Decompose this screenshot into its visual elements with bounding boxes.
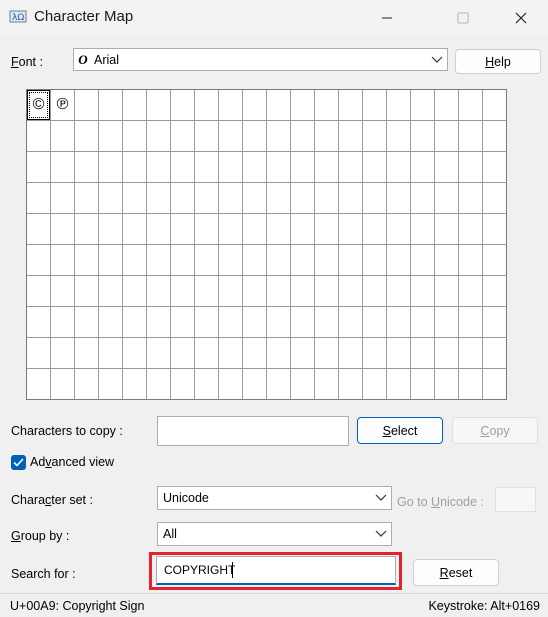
search-for-label: Search for :	[11, 567, 76, 581]
group-by-value: All	[163, 527, 177, 541]
font-selected-value: Arial	[94, 52, 120, 67]
character-set-label: Character set :	[11, 493, 93, 507]
advanced-view-checkbox[interactable]	[11, 455, 26, 470]
status-bar: U+00A9: Copyright Sign Keystroke: Alt+01…	[0, 593, 548, 617]
character-set-label-rest: ter set :	[51, 493, 93, 507]
font-label: Font :	[11, 55, 43, 69]
close-icon	[515, 12, 527, 24]
advanced-view-label-pre: Ad	[30, 455, 46, 469]
title-bar: λΩ Character Map	[0, 0, 548, 36]
maximize-button	[440, 0, 486, 36]
character-set-dropdown[interactable]: Unicode	[157, 486, 392, 510]
maximize-icon	[457, 12, 469, 24]
go-to-unicode-input[interactable]	[495, 487, 536, 512]
character-grid[interactable]: © ℗	[26, 89, 507, 400]
select-button[interactable]: Select	[357, 417, 443, 444]
copy-button-access-key: C	[480, 423, 490, 438]
help-button-label: elp	[494, 54, 511, 69]
text-caret	[232, 562, 233, 578]
go-to-unicode-label: Go to Unicode :	[397, 495, 484, 509]
select-button-access-key: S	[382, 423, 391, 438]
characters-to-copy-input[interactable]	[157, 416, 349, 446]
reset-button-access-key: R	[439, 565, 449, 580]
copy-button-label: opy	[489, 423, 510, 438]
group-by-label: Group by :	[11, 529, 69, 543]
font-dropdown[interactable]: O Arial	[73, 48, 448, 71]
window-title: Character Map	[34, 8, 134, 25]
chevron-down-icon	[427, 56, 447, 64]
chevron-down-icon	[371, 530, 391, 538]
help-button[interactable]: Help	[455, 49, 541, 74]
font-label-text: ont :	[18, 55, 43, 69]
checkmark-icon	[13, 458, 24, 467]
group-by-label-rest: roup by :	[20, 529, 70, 543]
advanced-view-label-rest: anced view	[51, 455, 115, 469]
svg-text:λΩ: λΩ	[12, 13, 24, 23]
charmap-app-icon: λΩ	[9, 10, 27, 23]
copy-button[interactable]: Copy	[452, 417, 538, 444]
reset-button-label: eset	[448, 565, 473, 580]
character-cell[interactable]: ℗	[51, 90, 74, 120]
advanced-view-label[interactable]: Advanced view	[30, 455, 114, 469]
opentype-font-icon: O	[78, 51, 88, 67]
go-to-unicode-label-rest: nicode :	[440, 495, 484, 509]
go-to-unicode-label-pre: Go to	[397, 495, 432, 509]
chevron-down-icon	[371, 494, 391, 502]
status-keystroke: Keystroke: Alt+0169	[428, 598, 540, 613]
group-by-access-key: G	[11, 529, 21, 543]
search-input-value: COPYRIGHT	[164, 563, 236, 577]
status-character-info: U+00A9: Copyright Sign	[10, 598, 145, 613]
reset-button[interactable]: Reset	[413, 559, 499, 586]
character-set-value: Unicode	[163, 491, 209, 505]
characters-to-copy-label: Characters to copy :	[11, 424, 123, 438]
character-set-label-pre: Chara	[11, 493, 46, 507]
minimize-button[interactable]	[364, 0, 410, 36]
help-button-access-key: H	[485, 54, 495, 69]
character-cell[interactable]: ©	[27, 90, 50, 120]
search-input[interactable]: COPYRIGHT	[156, 556, 396, 585]
close-button[interactable]	[498, 0, 544, 36]
group-by-dropdown[interactable]: All	[157, 522, 392, 546]
select-button-label: elect	[390, 423, 418, 438]
font-label-access-key: F	[11, 55, 19, 69]
go-to-unicode-access-key: U	[431, 495, 441, 509]
minimize-icon	[382, 17, 392, 19]
